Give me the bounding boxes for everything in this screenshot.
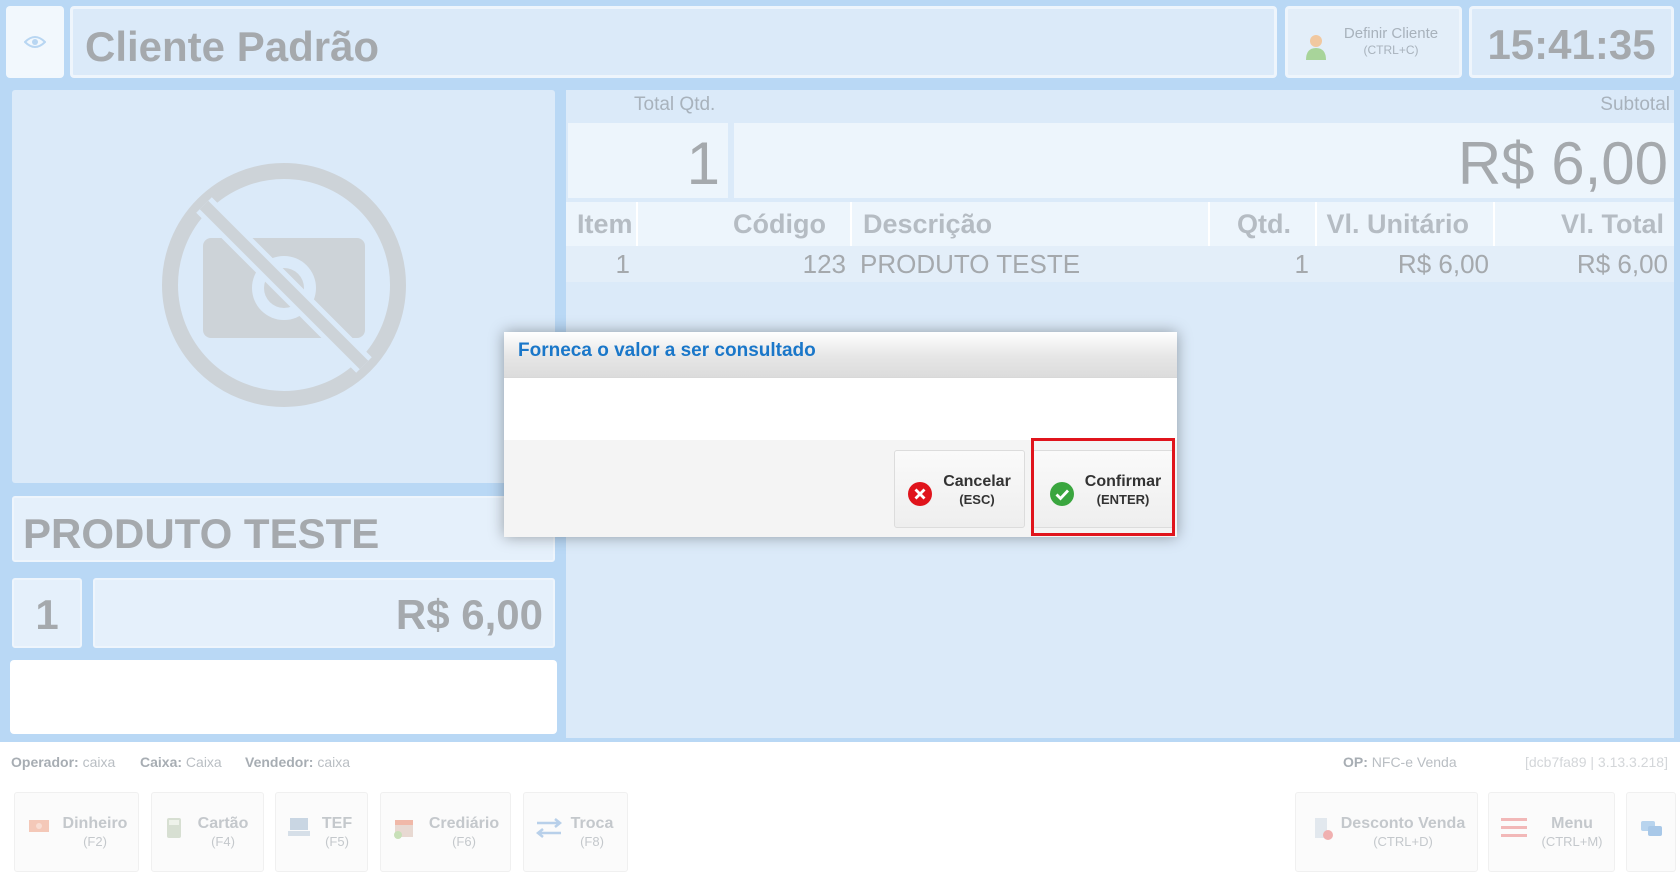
desconto-venda-button[interactable]: Desconto Venda (CTRL+D) xyxy=(1295,792,1478,872)
menu-button[interactable]: Menu (CTRL+M) xyxy=(1488,792,1615,872)
table-row[interactable]: 1 123 PRODUTO TESTE 1 R$ 6,00 R$ 6,00 xyxy=(566,246,1674,282)
col-vl-total: Vl. Total xyxy=(1560,208,1664,239)
cancel-label: Cancelar xyxy=(943,473,1011,490)
client-field: Cliente Padrão xyxy=(70,6,1277,78)
swap-arrows-icon xyxy=(535,818,563,838)
items-grid-header: Item Código Descrição Qtd. Vl. Unitário … xyxy=(566,202,1674,246)
col-vl-unitario: Vl. Unitário xyxy=(1317,202,1495,246)
subtotal-label: Subtotal xyxy=(1600,94,1670,115)
product-image-panel xyxy=(12,90,555,483)
tef-terminal-icon xyxy=(288,818,310,836)
desconto-key: (CTRL+D) xyxy=(1373,834,1433,849)
chat-icon xyxy=(1641,821,1662,836)
dinheiro-button[interactable]: Dinheiro (F2) xyxy=(14,792,139,872)
cancel-key: (ESC) xyxy=(959,492,995,507)
caixa-label: Caixa: xyxy=(140,754,183,770)
calendar-icon xyxy=(394,820,413,839)
toggle-view-button[interactable] xyxy=(6,6,64,78)
cell-qtd: 1 xyxy=(1294,248,1309,279)
define-client-shortcut: (CTRL+C) xyxy=(1363,43,1419,57)
menu-label: Menu xyxy=(1551,815,1593,832)
define-client-button[interactable]: Definir Cliente (CTRL+C) xyxy=(1285,6,1462,78)
no-photo-icon xyxy=(162,163,406,407)
dinheiro-label: Dinheiro xyxy=(62,815,128,832)
col-item: Item xyxy=(566,202,638,246)
cartao-label: Cartão xyxy=(197,815,249,832)
operador-label: Operador: xyxy=(11,754,79,770)
troca-key: (F8) xyxy=(580,834,604,849)
current-product-box: PRODUTO TESTE xyxy=(12,496,555,562)
define-client-label: Definir Cliente xyxy=(1343,25,1439,42)
eye-icon xyxy=(24,36,46,48)
tef-key: (F5) xyxy=(325,834,349,849)
cartao-key: (F4) xyxy=(211,834,235,849)
dialog-title: Forneca o valor a ser consultado xyxy=(518,340,816,361)
current-product-quantity: 1 xyxy=(12,578,82,648)
vendedor-label: Vendedor: xyxy=(245,754,314,770)
confirm-highlight-box xyxy=(1031,438,1175,536)
total-qtd-label: Total Qtd. xyxy=(634,94,716,115)
total-qtd-value: 1 xyxy=(568,123,728,198)
consult-value-input[interactable] xyxy=(504,378,1177,440)
card-machine-icon xyxy=(167,818,181,838)
cancel-x-icon xyxy=(908,482,932,506)
crediario-label: Crediário xyxy=(428,815,500,832)
hamburger-icon xyxy=(1501,818,1527,837)
current-product-name: PRODUTO TESTE xyxy=(23,510,380,557)
menu-key: (CTRL+M) xyxy=(1541,834,1603,849)
version-label: [dcb7fa89 | 3.13.3.218] xyxy=(1525,754,1668,770)
crediario-key: (F6) xyxy=(452,834,476,849)
discount-document-icon xyxy=(1315,818,1333,840)
note-field xyxy=(10,660,557,734)
client-name: Cliente Padrão xyxy=(85,23,380,70)
money-icon xyxy=(29,820,49,832)
col-codigo: Código xyxy=(638,202,852,246)
dinheiro-key: (F2) xyxy=(83,834,107,849)
current-product-price: R$ 6,00 xyxy=(93,578,555,648)
cell-vl-unitario: R$ 6,00 xyxy=(1397,248,1489,279)
col-descricao: Descrição xyxy=(852,202,1210,246)
crediario-button[interactable]: Crediário (F6) xyxy=(380,792,511,872)
clock: 15:41:35 xyxy=(1469,6,1674,78)
caixa-value: Caixa xyxy=(185,754,222,770)
chat-button[interactable] xyxy=(1626,792,1676,872)
vendedor-value: caixa xyxy=(317,754,351,770)
desconto-label: Desconto Venda xyxy=(1340,815,1466,832)
tef-button[interactable]: TEF (F5) xyxy=(275,792,368,872)
tef-label: TEF xyxy=(321,815,353,832)
col-qtd: Qtd. xyxy=(1210,202,1317,246)
op-label: OP: xyxy=(1343,754,1368,770)
dialog-header: Forneca o valor a ser consultado xyxy=(504,332,1177,378)
user-icon xyxy=(1306,35,1326,60)
cell-item: 1 xyxy=(615,248,630,279)
cancel-button[interactable]: Cancelar (ESC) xyxy=(894,450,1025,528)
subtotal-value: R$ 6,00 xyxy=(734,123,1674,198)
cell-codigo: 123 xyxy=(802,248,846,279)
troca-button[interactable]: Troca (F8) xyxy=(523,792,628,872)
op-value: NFC-e Venda xyxy=(1371,754,1457,770)
status-bar: Operador: caixa Caixa: Caixa Vendedor: c… xyxy=(0,750,1680,776)
troca-label: Troca xyxy=(570,815,614,832)
operador-value: caixa xyxy=(82,754,116,770)
cartao-button[interactable]: Cartão (F4) xyxy=(151,792,264,872)
cell-vl-total: R$ 6,00 xyxy=(1576,248,1668,279)
cell-descricao: PRODUTO TESTE xyxy=(860,248,1081,279)
